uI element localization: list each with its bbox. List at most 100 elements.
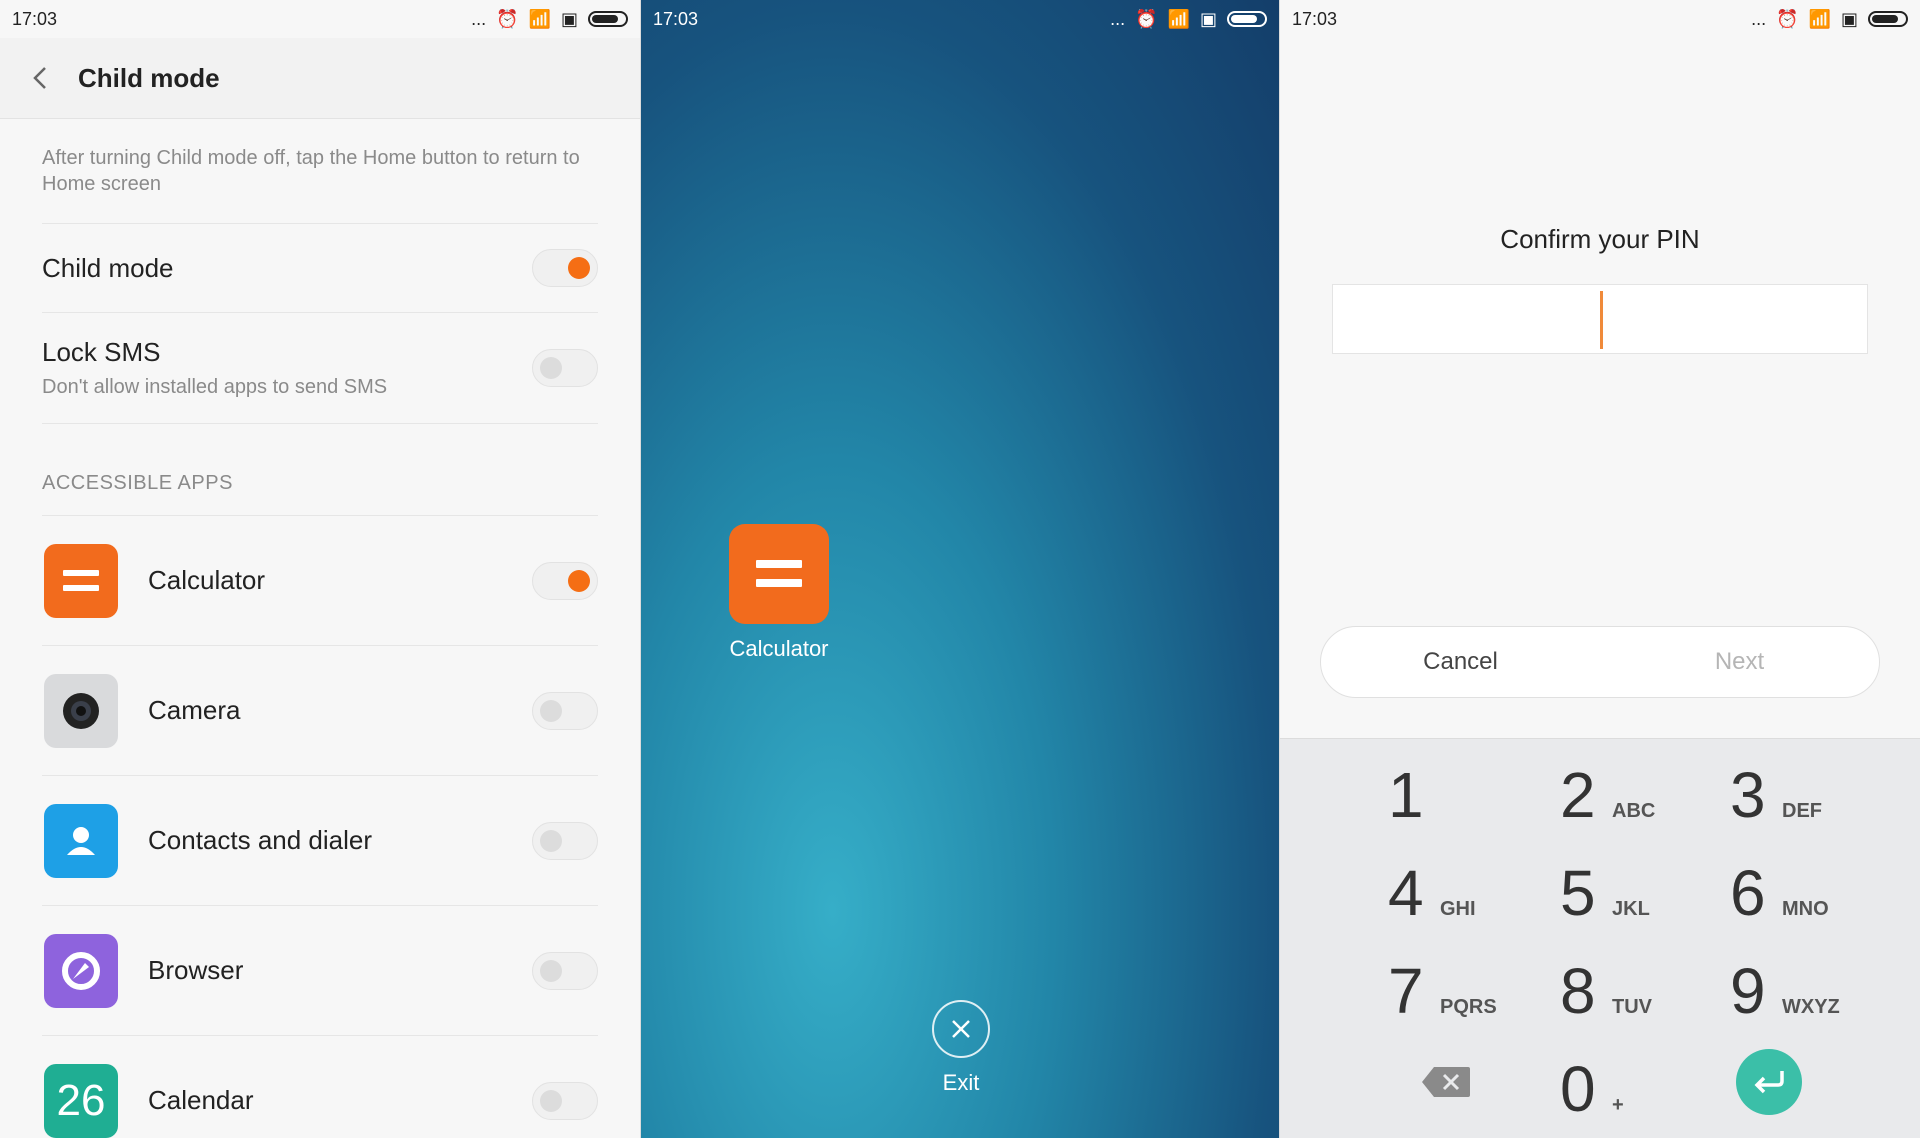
key-digit: 3	[1730, 759, 1766, 831]
key-letters: JKL	[1612, 898, 1650, 920]
pin-action-bar: Cancel Next	[1320, 626, 1880, 698]
lock-sms-label: Lock SMS	[42, 337, 161, 367]
camera-toggle[interactable]	[532, 691, 598, 730]
calendar-day: 26	[56, 1075, 106, 1125]
child-mode-row[interactable]: Child mode	[42, 224, 598, 313]
key-digit: 7	[1388, 955, 1424, 1027]
sim-icon: ▣	[1840, 9, 1858, 29]
status-time: 17:03	[12, 8, 58, 29]
battery-icon	[1227, 11, 1267, 27]
calculator-icon	[44, 543, 118, 618]
key-2[interactable]: 2 ABC	[1560, 755, 1700, 845]
key-letters: +	[1612, 1094, 1624, 1116]
app-label-calendar: Calendar	[148, 1085, 254, 1115]
app-row-camera[interactable]: Camera	[42, 646, 598, 776]
status-bar: 17:03 ... ⏰ 📶 ▣	[1280, 0, 1920, 38]
cancel-button[interactable]: Cancel	[1321, 627, 1600, 697]
contacts-icon	[44, 803, 118, 878]
app-label-camera: Camera	[148, 695, 241, 725]
alarm-icon: ⏰	[1135, 9, 1158, 29]
alarm-icon: ⏰	[1776, 9, 1799, 29]
lock-sms-description: Don't allow installed apps to send SMS	[42, 376, 388, 398]
app-label-calculator: Calculator	[148, 565, 266, 595]
key-digit: 1	[1388, 759, 1424, 831]
header: Child mode	[0, 38, 640, 119]
key-9[interactable]: 9 WXYZ	[1730, 951, 1870, 1041]
exit-label: Exit	[942, 1070, 980, 1095]
key-8[interactable]: 8 TUV	[1560, 951, 1700, 1041]
status-bar: 17:03 ... ⏰ 📶 ▣	[0, 0, 640, 38]
pin-input[interactable]	[1332, 284, 1868, 354]
lock-sms-row[interactable]: Lock SMS Don't allow installed apps to s…	[42, 313, 598, 424]
info-note: After turning Child mode off, tap the Ho…	[42, 119, 598, 224]
page-title: Child mode	[78, 62, 220, 93]
close-icon	[932, 1000, 990, 1058]
app-row-calendar[interactable]: 26 Calendar	[42, 1036, 598, 1138]
status-icons: ... ⏰ 📶 ▣	[1751, 10, 1908, 28]
key-letters: ABC	[1612, 800, 1656, 822]
battery-icon	[1868, 11, 1908, 27]
status-dots: ...	[471, 9, 487, 29]
camera-icon	[44, 673, 118, 748]
child-mode-settings-screen: 17:03 ... ⏰ 📶 ▣ Child mode After turning…	[0, 0, 640, 1138]
key-7[interactable]: 7 PQRS	[1388, 951, 1528, 1041]
calculator-icon	[729, 524, 829, 624]
browser-toggle[interactable]	[532, 951, 598, 990]
lock-sms-toggle[interactable]	[532, 349, 598, 387]
app-row-calculator[interactable]: Calculator	[42, 516, 598, 646]
wifi-icon: 📶	[1808, 9, 1831, 29]
key-letters: GHI	[1440, 898, 1476, 920]
status-icons: ... ⏰ 📶 ▣	[471, 10, 628, 28]
confirm-pin-screen: 17:03 ... ⏰ 📶 ▣ Confirm your PIN Cancel …	[1280, 0, 1920, 1138]
key-digit: 6	[1730, 857, 1766, 929]
app-row-contacts[interactable]: Contacts and dialer	[42, 776, 598, 906]
key-5[interactable]: 5 JKL	[1560, 853, 1700, 943]
text-cursor	[1600, 291, 1603, 349]
key-3[interactable]: 3 DEF	[1730, 755, 1870, 845]
key-digit: 8	[1560, 955, 1596, 1027]
calendar-toggle[interactable]	[532, 1081, 598, 1120]
sim-icon: ▣	[1199, 9, 1217, 29]
accessible-apps-header: ACCESSIBLE APPS	[42, 424, 598, 516]
key-6[interactable]: 6 MNO	[1730, 853, 1870, 943]
child-mode-home-screen: 17:03 ... ⏰ 📶 ▣ Calculator Exit	[641, 0, 1279, 1138]
calculator-toggle[interactable]	[532, 561, 598, 600]
key-digit: 2	[1560, 759, 1596, 831]
status-dots: ...	[1751, 9, 1767, 29]
key-digit: 4	[1388, 857, 1424, 929]
home-app-calculator[interactable]: Calculator	[729, 524, 829, 662]
exit-button[interactable]: Exit	[931, 1000, 991, 1096]
browser-icon	[44, 933, 118, 1008]
home-app-label: Calculator	[729, 636, 829, 661]
backspace-icon[interactable]	[1420, 1065, 1472, 1099]
status-time: 17:03	[1292, 8, 1338, 29]
battery-icon	[588, 11, 628, 27]
pin-title: Confirm your PIN	[1500, 224, 1700, 254]
key-letters: DEF	[1782, 800, 1822, 822]
enter-icon	[1754, 1071, 1784, 1094]
child-mode-toggle[interactable]	[532, 249, 598, 287]
key-1[interactable]: 1	[1388, 755, 1528, 845]
back-icon[interactable]	[28, 65, 54, 91]
numeric-keypad: 1 2 ABC 3 DEF 4 GHI 5 JKL 6 MNO 7 PQRS 8…	[1280, 738, 1920, 1138]
sim-icon: ▣	[560, 9, 578, 29]
status-bar: 17:03 ... ⏰ 📶 ▣	[641, 0, 1279, 38]
key-letters: PQRS	[1440, 996, 1497, 1018]
contacts-toggle[interactable]	[532, 821, 598, 860]
status-time: 17:03	[653, 8, 699, 29]
key-digit: 5	[1560, 857, 1596, 929]
key-4[interactable]: 4 GHI	[1388, 853, 1528, 943]
app-label-contacts: Contacts and dialer	[148, 825, 373, 855]
wifi-icon: 📶	[528, 9, 551, 29]
next-button[interactable]: Next	[1600, 627, 1879, 697]
child-mode-label: Child mode	[42, 252, 174, 283]
key-digit: 9	[1730, 955, 1766, 1027]
wifi-icon: 📶	[1167, 9, 1190, 29]
key-digit: 0	[1560, 1053, 1596, 1125]
key-letters: TUV	[1612, 996, 1652, 1018]
key-0[interactable]: 0 +	[1560, 1049, 1700, 1138]
enter-button[interactable]	[1736, 1049, 1802, 1115]
calendar-icon: 26	[44, 1063, 118, 1138]
status-dots: ...	[1110, 9, 1126, 29]
app-row-browser[interactable]: Browser	[42, 906, 598, 1036]
